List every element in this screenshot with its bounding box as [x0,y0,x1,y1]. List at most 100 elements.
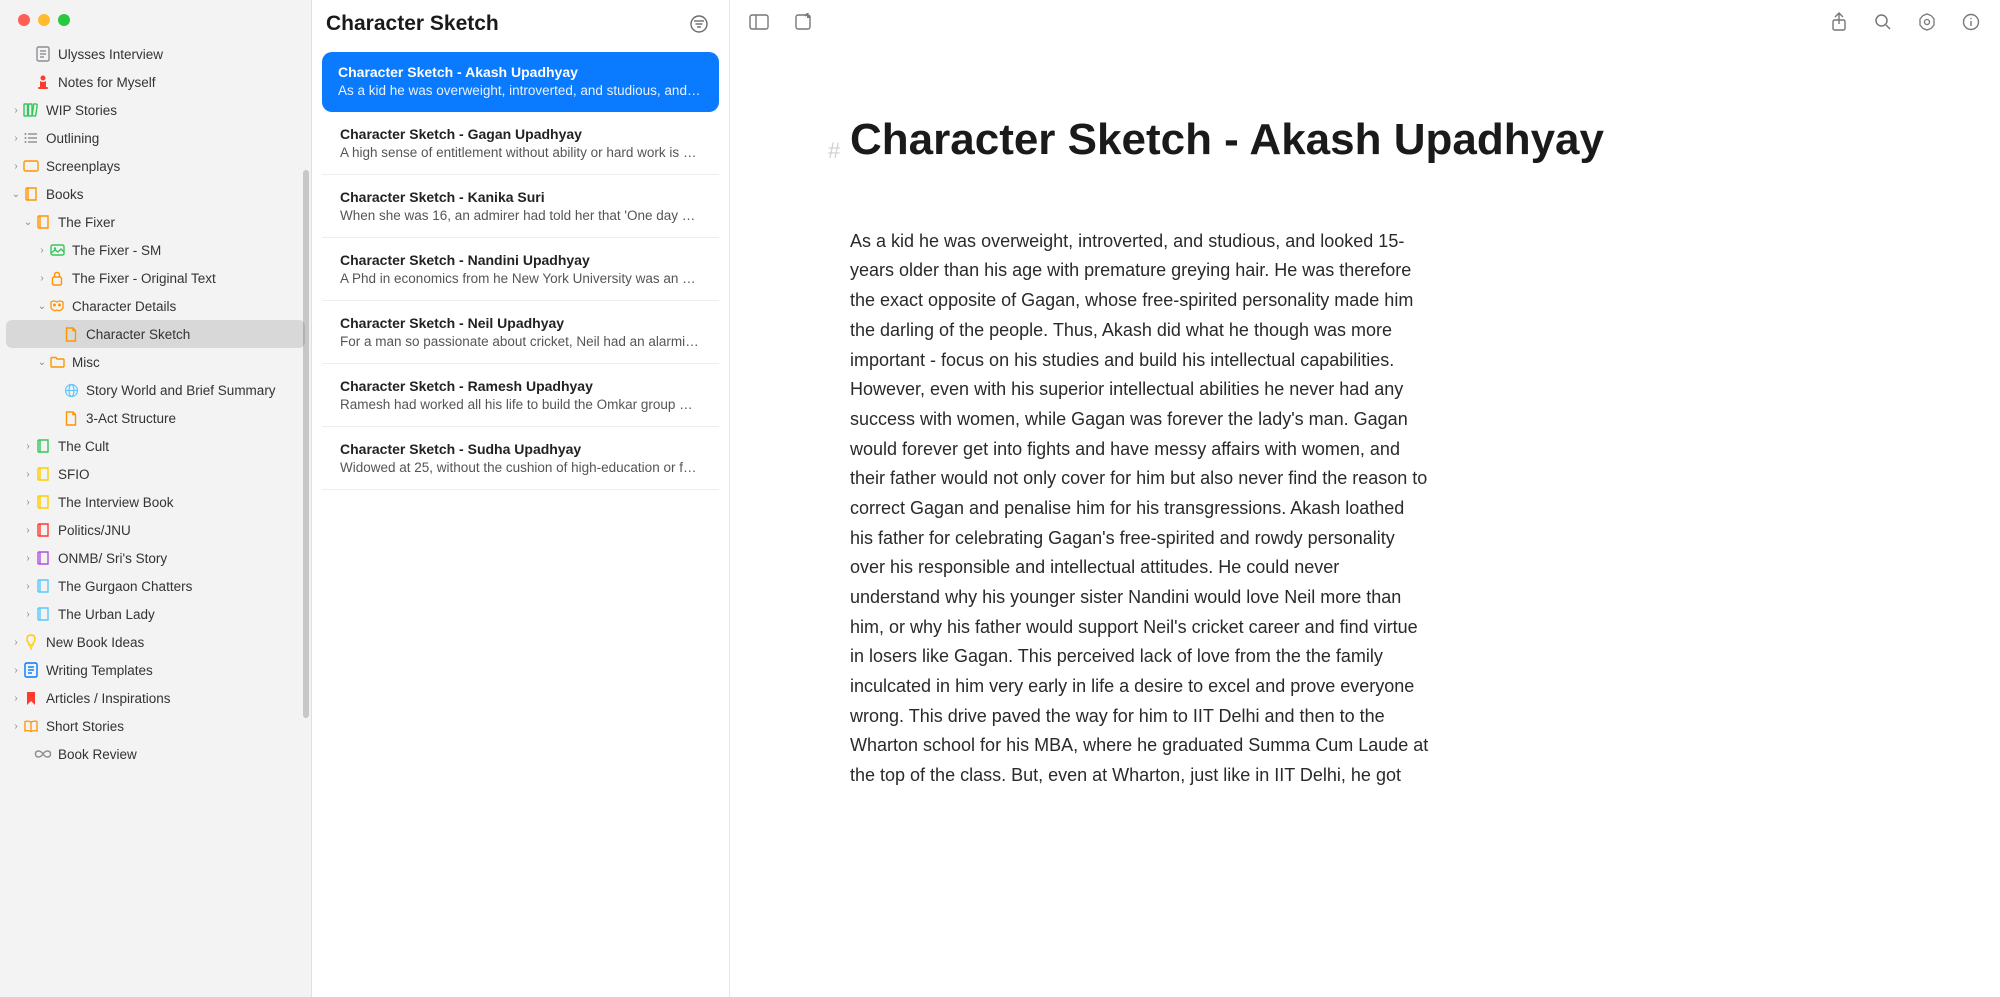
sidebar-item-label: Character Details [72,299,176,314]
chevron-icon[interactable]: › [10,693,22,704]
sidebar-item[interactable]: ›Politics/JNU [0,516,311,544]
new-sheet-icon[interactable] [792,11,814,33]
note-title: Character Sketch - Gagan Upadhyay [340,126,701,142]
chevron-icon[interactable]: › [22,581,34,592]
close-window-button[interactable] [18,14,30,26]
book-icon [34,605,52,623]
sidebar-item-label: 3-Act Structure [86,411,176,426]
sidebar-item[interactable]: ›Outlining [0,124,311,152]
chevron-icon[interactable]: › [22,469,34,480]
sidebar-item-label: Articles / Inspirations [46,691,171,706]
note-title: Character Sketch - Kanika Suri [340,189,701,205]
sidebar-item[interactable]: Ulysses Interview [0,40,311,68]
lock-icon [48,269,66,287]
share-icon[interactable] [1828,11,1850,33]
minimize-window-button[interactable] [38,14,50,26]
filter-icon[interactable] [687,12,711,36]
sidebar-item[interactable]: ›Screenplays [0,152,311,180]
note-preview: A Phd in economics from he New York Univ… [340,271,701,286]
maximize-window-button[interactable] [58,14,70,26]
openbook-icon [22,717,40,735]
sidebar-item[interactable]: 3-Act Structure [0,404,311,432]
sidebar-item[interactable]: ›The Gurgaon Chatters [0,572,311,600]
bookmark-icon [22,689,40,707]
editor-toolbar [730,0,2000,44]
pawn-icon [34,73,52,91]
chevron-icon[interactable]: › [22,525,34,536]
sidebar-item[interactable]: ⌄ Character Details [0,292,311,320]
sidebar-item[interactable]: Story World and Brief Summary [0,376,311,404]
note-preview: For a man so passionate about cricket, N… [340,334,701,349]
sidebar-item-label: The Urban Lady [58,607,155,622]
chevron-icon[interactable]: › [22,497,34,508]
screen-icon [22,157,40,175]
info-icon[interactable] [1960,11,1982,33]
chevron-icon[interactable]: › [10,637,22,648]
sidebar-item[interactable]: ›SFIO [0,460,311,488]
sidebar-item[interactable]: Character Sketch [6,320,305,348]
chevron-icon[interactable]: › [10,105,22,116]
sidebar-item-label: Books [46,187,84,202]
chevron-icon[interactable]: › [10,161,22,172]
sidebar-item[interactable]: ›The Cult [0,432,311,460]
chevron-icon[interactable]: ⌄ [36,357,48,368]
sidebar-item[interactable]: ⌄The Fixer [0,208,311,236]
sidebar-item[interactable]: › The Urban Lady [0,600,311,628]
settings-gear-icon[interactable] [1916,11,1938,33]
sidebar-item[interactable]: › The Fixer - SM [0,236,311,264]
sidebar-item[interactable]: › Articles / Inspirations [0,684,311,712]
sidebar-item[interactable]: ›Short Stories [0,712,311,740]
note-title: Character Sketch - Ramesh Upadhyay [340,378,701,394]
chevron-icon[interactable]: › [10,665,22,676]
chevron-icon[interactable]: › [10,721,22,732]
sidebar: Ulysses Interview Notes for Myself › WIP St… [0,0,312,997]
chevron-icon[interactable]: › [36,245,48,256]
note-item[interactable]: Character Sketch - Nandini Upadhyay A Phd… [322,240,719,301]
editor-body[interactable]: # Character Sketch - Akash Upadhyay As a… [730,44,2000,997]
chevron-icon[interactable]: ⌄ [36,301,48,312]
globe-icon [62,381,80,399]
chevron-icon[interactable]: › [22,609,34,620]
book-icon [34,521,52,539]
document-title-text: Character Sketch - Akash Upadhyay [850,115,1604,164]
sidebar-scrollbar[interactable] [303,170,309,718]
note-item[interactable]: Character Sketch - Gagan UpadhyayA high … [322,114,719,175]
chevron-icon[interactable]: ⌄ [22,217,34,228]
sidebar-item[interactable]: › The Interview Book [0,488,311,516]
note-title: Character Sketch - Nandini Upadhyay [340,252,701,268]
sidebar-item-label: Writing Templates [46,663,153,678]
book-icon [22,185,40,203]
chevron-icon[interactable]: › [22,441,34,452]
chevron-icon[interactable]: › [22,553,34,564]
note-item[interactable]: Character Sketch - Akash UpadhyayAs a ki… [322,52,719,112]
note-title: Character Sketch - Sudha Upadhyay [340,441,701,457]
sidebar-item[interactable]: ⌄Misc [0,348,311,376]
sidebar-item[interactable]: Book Review [0,740,311,768]
document-title[interactable]: # Character Sketch - Akash Upadhyay [850,114,1940,167]
sidebar-item-label: Notes for Myself [58,75,156,90]
search-icon[interactable] [1872,11,1894,33]
sidebar-item[interactable]: ›The Fixer - Original Text [0,264,311,292]
sidebar-item[interactable]: ›New Book Ideas [0,628,311,656]
sidebar-item[interactable]: Notes for Myself [0,68,311,96]
chevron-icon[interactable]: › [10,133,22,144]
note-item[interactable]: Character Sketch - Neil UpadhyayFor a ma… [322,303,719,364]
note-item[interactable]: Character Sketch - Sudha UpadhyayWidowed… [322,429,719,490]
sidebar-item[interactable]: › Writing Templates [0,656,311,684]
sidebar-tree: Ulysses Interview Notes for Myself › WIP St… [0,40,311,997]
sidebar-item[interactable]: › WIP Stories [0,96,311,124]
mask-icon [48,297,66,315]
sidebar-item-label: ONMB/ Sri's Story [58,551,167,566]
note-item[interactable]: Character Sketch - Ramesh UpadhyayRamesh… [322,366,719,427]
sidebar-item[interactable]: › ONMB/ Sri's Story [0,544,311,572]
sidebar-item-label: WIP Stories [46,103,117,118]
sidebar-item-label: The Interview Book [58,495,174,510]
book-icon [34,549,52,567]
note-item[interactable]: Character Sketch - Kanika SuriWhen she w… [322,177,719,238]
sidebar-item-label: The Fixer - SM [72,243,161,258]
chevron-icon[interactable]: ⌄ [10,189,22,200]
toggle-sidebar-icon[interactable] [748,11,770,33]
chevron-icon[interactable]: › [36,273,48,284]
sidebar-item[interactable]: ⌄ Books [0,180,311,208]
document-body[interactable]: As a kid he was overweight, introverted,… [850,227,1430,791]
